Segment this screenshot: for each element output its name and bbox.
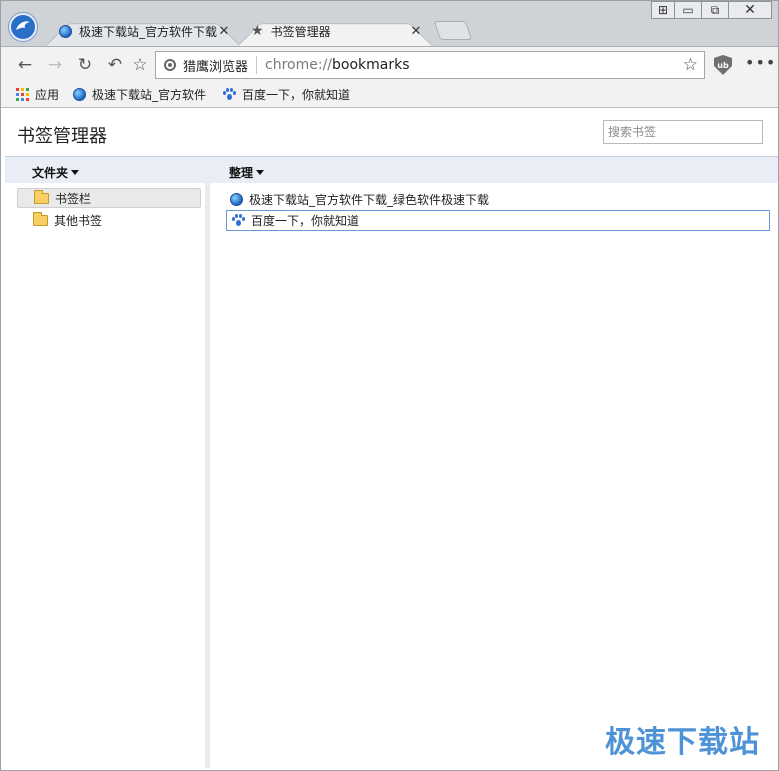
folders-menu-label: 文件夹 [32, 166, 69, 180]
tile-windows-button[interactable]: ⊞ [651, 1, 675, 19]
browser-logo-icon[interactable] [9, 13, 37, 41]
forward-button[interactable]: → [45, 55, 65, 75]
folder-label: 书签栏 [55, 191, 92, 206]
restore-button[interactable]: ⧉ [701, 1, 729, 19]
globe-icon [73, 88, 87, 101]
bookmark-title: 极速下载站_官方软件下载_绿色软件极速下载 [249, 193, 490, 207]
caret-down-icon [256, 170, 265, 175]
close-icon[interactable]: ✕ [409, 24, 423, 39]
caret-down-icon [71, 170, 80, 175]
globe-icon [230, 193, 243, 206]
folder-other-bookmarks[interactable]: 其他书签 [17, 210, 201, 230]
globe-icon [59, 24, 72, 38]
more-menu-button[interactable]: ••• [745, 53, 776, 72]
url-path: bookmarks [332, 57, 410, 73]
apps-icon [16, 88, 29, 101]
tab-bookmark-manager[interactable]: ★ 书签管理器 ✕ [237, 16, 433, 46]
bookmark-title: 百度一下，你就知道 [251, 214, 360, 228]
bookmark-manager-page: 书签管理器 文件夹 整理 书签栏 其他书签 [1, 108, 778, 770]
bookmarks-bar: 应用 极速下载站_官方软件 百度一下，你就知道 [1, 82, 778, 108]
page-title: 书签管理器 [17, 126, 107, 147]
reload-button[interactable]: ↻ [75, 55, 95, 75]
search-bookmarks-input[interactable] [603, 120, 763, 144]
url-scheme: chrome:// [265, 57, 333, 73]
address-bar[interactable]: 猎鹰浏览器 chrome://bookmarks ☆ [155, 51, 705, 79]
folder-icon [34, 189, 49, 204]
chrome-page-icon [164, 59, 176, 71]
paw-icon [222, 87, 237, 102]
divider [256, 56, 258, 74]
minimize-button[interactable]: ▭ [674, 1, 702, 19]
close-icon[interactable]: ✕ [217, 24, 231, 39]
paw-icon [231, 213, 245, 228]
folder-icon [33, 211, 48, 226]
folder-bookmarks-bar[interactable]: 书签栏 [17, 188, 201, 208]
browser-name-chip: 猎鹰浏览器 [183, 59, 249, 75]
close-window-button[interactable]: ✕ [728, 1, 772, 19]
bookmark-label: 极速下载站_官方软件 [92, 88, 207, 102]
favorites-button[interactable]: ☆ [130, 55, 150, 75]
organize-menu-label: 整理 [229, 166, 254, 180]
undo-close-button[interactable]: ↶ [105, 55, 125, 75]
navigation-toolbar: ← → ↻ ↶ ☆ 猎鹰浏览器 chrome://bookmarks ☆ ub … [1, 46, 778, 82]
tab-strip: 极速下载站_官方软件下载 ✕ ★ 书签管理器 ✕ ⊞ ▭ ⧉ ✕ [1, 1, 778, 46]
browser-window: 极速下载站_官方软件下载 ✕ ★ 书签管理器 ✕ ⊞ ▭ ⧉ ✕ ← → ↻ ↶… [0, 0, 779, 771]
window-controls: ⊞ ▭ ⧉ ✕ [651, 1, 772, 19]
tab-title: 极速下载站_官方软件下载 [79, 24, 217, 39]
watermark-logo: 极速下载站 [605, 725, 760, 760]
bookmark-baidu[interactable]: 百度一下，你就知道 [217, 84, 355, 106]
list-item[interactable]: 极速下载站_官方软件下载_绿色软件极速下载 [226, 189, 770, 210]
bookmark-list: 极速下载站_官方软件下载_绿色软件极速下载 百度一下，你就知道 [210, 183, 778, 768]
bookmark-download-site[interactable]: 极速下载站_官方软件 [68, 84, 211, 106]
folder-tree: 书签栏 其他书签 [5, 183, 205, 768]
bookmark-apps[interactable]: 应用 [11, 84, 64, 106]
list-item[interactable]: 百度一下，你就知道 [226, 210, 770, 231]
organize-menu-button[interactable]: 整理 [229, 164, 265, 181]
new-tab-button[interactable] [437, 21, 469, 40]
tab-download-site[interactable]: 极速下载站_官方软件下载 ✕ [45, 16, 241, 46]
tab-title: 书签管理器 [270, 24, 331, 39]
folders-menu-button[interactable]: 文件夹 [32, 164, 80, 181]
bookmark-label: 应用 [35, 88, 60, 102]
bookmark-star-icon[interactable]: ☆ [683, 55, 698, 75]
menu-strip: 文件夹 整理 [5, 156, 778, 183]
shield-extension-icon[interactable]: ub [714, 55, 732, 75]
bookmark-label: 百度一下，你就知道 [242, 88, 351, 102]
back-button[interactable]: ← [15, 55, 35, 75]
folder-label: 其他书签 [54, 213, 103, 228]
star-icon: ★ [251, 23, 264, 39]
